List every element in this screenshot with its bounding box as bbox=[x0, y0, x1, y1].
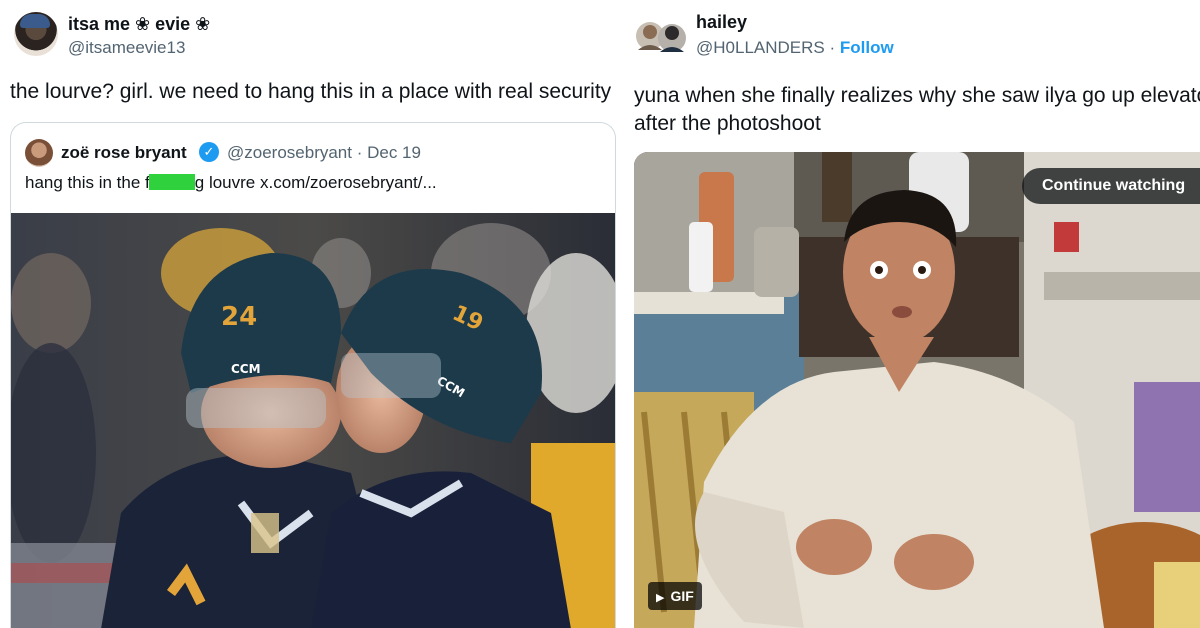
avatar-cap bbox=[20, 14, 50, 28]
left-tweet: itsa me ❀ evie ❀ @itsameevie13 the lourv… bbox=[0, 0, 620, 628]
right-tweet: hailey @H0LLANDERS · Follow yuna when sh… bbox=[622, 0, 1200, 628]
hockey-photo[interactable]: 24 CCM 19 CCM bbox=[11, 213, 615, 628]
censor-bar bbox=[148, 174, 195, 190]
helmet-logo-1: CCM bbox=[231, 362, 261, 376]
continue-watching-button[interactable]: Continue watching bbox=[1022, 168, 1200, 204]
avatar[interactable] bbox=[634, 12, 688, 62]
separator-dot: · bbox=[824, 38, 840, 57]
helmet-number-24: 24 bbox=[221, 302, 257, 332]
verified-badge-icon: ✓ bbox=[199, 142, 219, 162]
follow-button[interactable]: Follow bbox=[840, 38, 894, 57]
quoted-text-end: g louvre x.com/zoerosebryant/... bbox=[194, 173, 437, 192]
quoted-display-name: zoë rose bryant bbox=[61, 143, 187, 162]
display-name[interactable]: hailey bbox=[696, 12, 747, 33]
display-name[interactable]: itsa me ❀ evie ❀ bbox=[68, 14, 210, 35]
quoted-avatar bbox=[25, 139, 53, 167]
user-handle[interactable]: @H0LLANDERS bbox=[696, 38, 825, 57]
gif-label: GIF bbox=[670, 588, 694, 604]
avatar[interactable] bbox=[14, 12, 58, 56]
gif-badge[interactable]: ▶ GIF bbox=[648, 582, 702, 610]
gif-player[interactable] bbox=[634, 152, 1200, 628]
play-icon: ▶ bbox=[656, 592, 665, 604]
quoted-tweet-card[interactable]: zoë rose bryant ✓ @zoerosebryant · Dec 1… bbox=[10, 122, 616, 628]
quoted-handle-date: @zoerosebryant · Dec 19 bbox=[227, 143, 421, 162]
quoted-text-start: hang this in the f bbox=[25, 173, 150, 192]
tweet-text: yuna when she finally realizes why she s… bbox=[634, 84, 1200, 135]
user-handle[interactable]: @itsameevie13 bbox=[68, 38, 185, 58]
quoted-tweet-text: hang this in the f g louvre x.com/zoerose… bbox=[25, 173, 437, 193]
tweet-text: the lourve? girl. we need to hang this i… bbox=[10, 80, 612, 103]
user-handle-row: @H0LLANDERS · Follow bbox=[696, 38, 894, 58]
